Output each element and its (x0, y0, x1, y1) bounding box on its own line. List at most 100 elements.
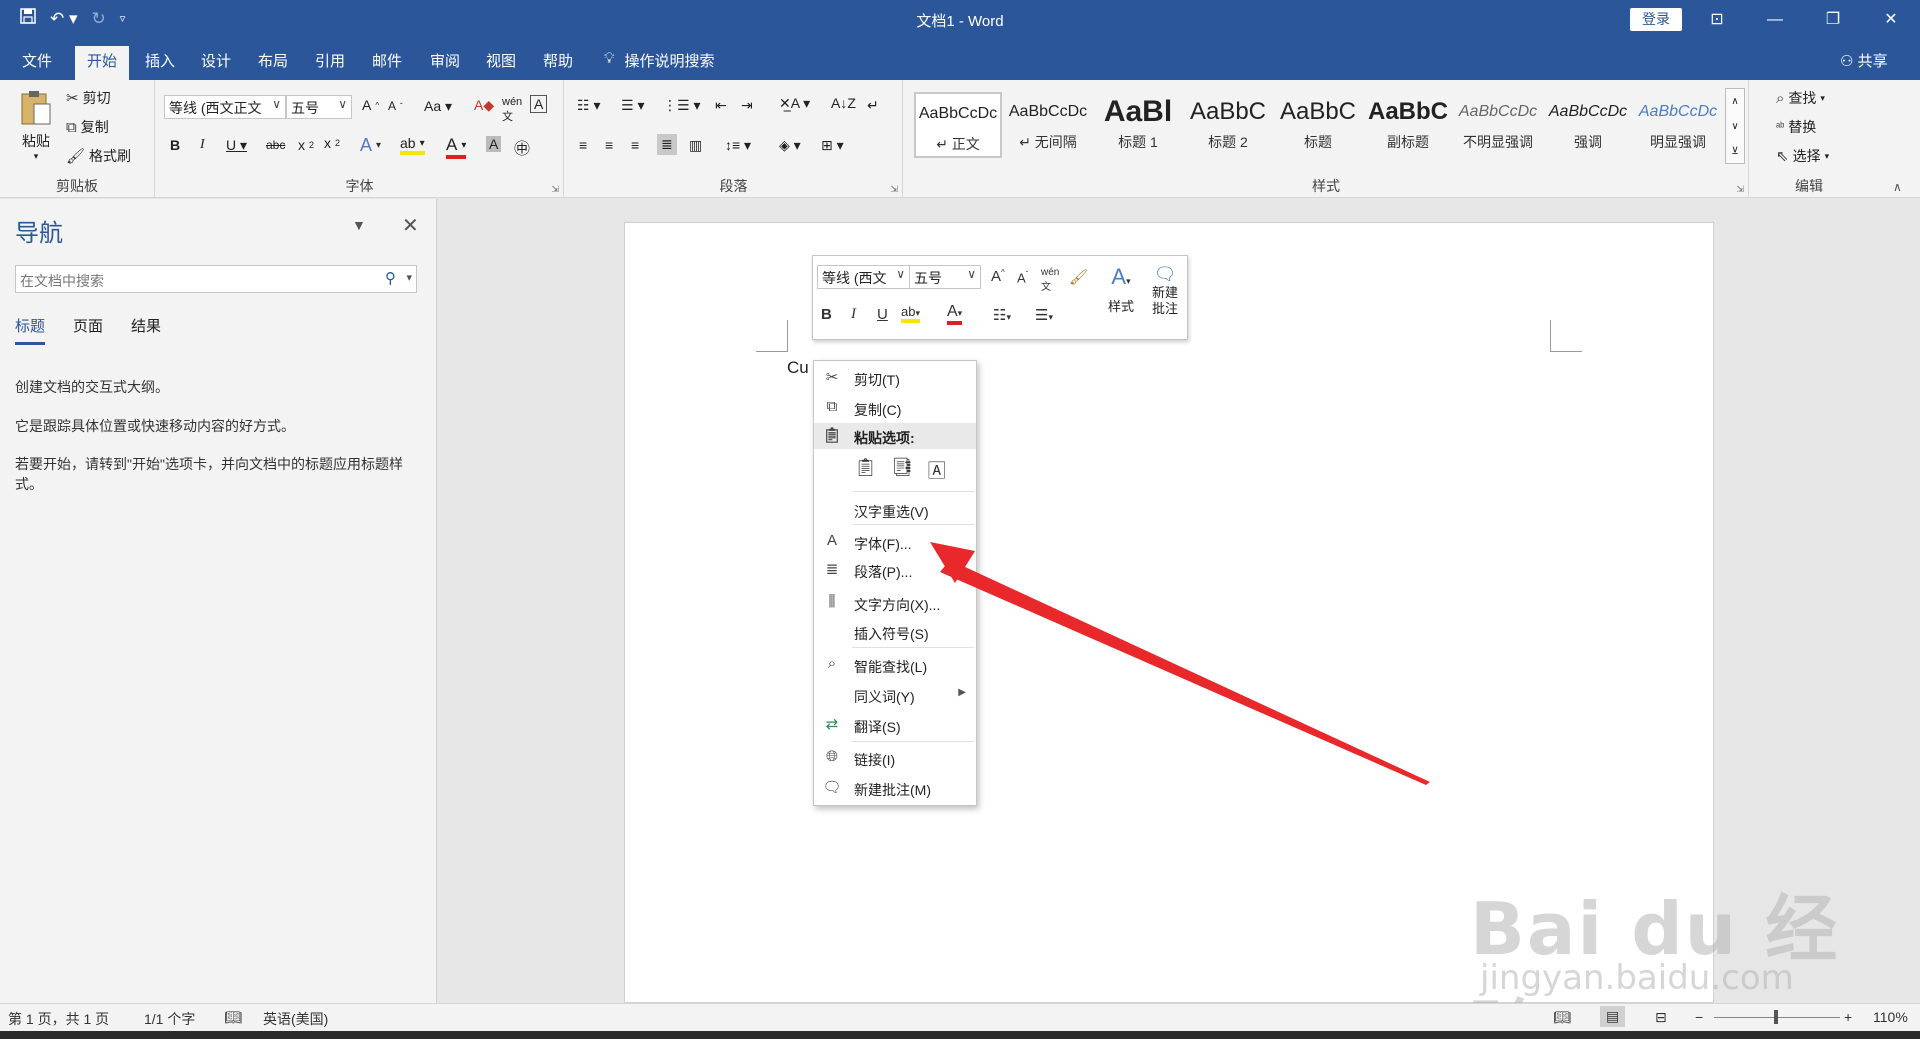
phonetic-guide-icon[interactable]: wén 文 (1041, 267, 1059, 293)
text-effects-icon[interactable]: A ▾ (360, 135, 381, 156)
font-color-icon[interactable]: A▾ (446, 135, 467, 159)
mini-font-combo[interactable]: 等线 (西文 ∨ (817, 265, 910, 289)
dialog-launcher-icon[interactable]: ⇲ (890, 184, 898, 195)
copy-button[interactable]: ⧉ 复制 (66, 117, 109, 137)
minimize-icon[interactable]: — (1746, 0, 1804, 40)
subscript-icon[interactable]: x2 (298, 137, 314, 153)
character-shading-icon[interactable]: A (486, 136, 502, 152)
proofing-icon[interactable]: 📖︎ (224, 1009, 242, 1026)
font-color-icon[interactable]: A▾ (947, 303, 963, 325)
search-icon[interactable]: ⚲ (385, 269, 396, 287)
tab-layout[interactable]: 布局 (258, 50, 288, 71)
close-window-icon[interactable]: ✕ (1862, 0, 1920, 40)
menu-item-new-comment[interactable]: 🗨︎ 新建批注(M) (814, 775, 976, 801)
highlight-icon[interactable]: ab▾ (901, 304, 920, 323)
italic-icon[interactable]: I (851, 306, 856, 323)
zoom-out-icon[interactable]: − (1695, 1009, 1703, 1025)
menu-item-smart-lookup[interactable]: ⌕ 智能查找(L) (814, 652, 976, 678)
format-painter-button[interactable]: 🖌︎ 格式刷 (66, 146, 131, 166)
menu-item-link[interactable]: 🌐︎ 链接(I) (814, 745, 976, 771)
paste-keep-formatting-icon[interactable]: 📋︎ (854, 457, 877, 483)
menu-item-translate[interactable]: ⇄ 翻译(S) (814, 712, 976, 738)
paste-merge-formatting-icon[interactable]: 📑︎ (891, 457, 914, 483)
menu-item-reconvert[interactable]: 汉字重选(V) (814, 497, 976, 523)
chinese-layout-icon[interactable]: ✕̲A ▾ (779, 95, 810, 112)
restore-icon[interactable]: ❐ (1804, 0, 1862, 40)
document-text[interactable]: Cu (787, 358, 809, 378)
nav-tab-headings[interactable]: 标题 (15, 315, 46, 345)
change-case-icon[interactable]: Aa ▾ (424, 98, 452, 115)
paste-text-only-icon[interactable]: 🄰 (928, 457, 946, 483)
menu-item-text-direction[interactable]: ⫼ 文字方向(X)... (814, 590, 976, 616)
read-mode-icon[interactable]: 📖︎ (1553, 1009, 1571, 1026)
grow-font-icon[interactable]: A^ (362, 97, 379, 113)
underline-icon[interactable]: U (877, 306, 888, 323)
find-button[interactable]: ⌕ 查找 ▾ (1776, 88, 1825, 108)
tab-design[interactable]: 设计 (201, 50, 231, 71)
status-language[interactable]: 英语(美国) (263, 1009, 328, 1029)
zoom-in-icon[interactable]: + (1844, 1009, 1852, 1025)
align-right-icon[interactable]: ≡ (631, 137, 639, 153)
decrease-indent-icon[interactable]: ⇤ (715, 97, 727, 114)
font-name-combo[interactable]: 等线 (西文正文 ∨ (164, 95, 286, 119)
shrink-font-icon[interactable]: Aˇ (1017, 270, 1028, 285)
menu-item-copy[interactable]: ⧉ 复制(C) (814, 395, 976, 421)
sort-icon[interactable]: A↓Z (831, 95, 856, 111)
status-page[interactable]: 第 1 页，共 1 页 (8, 1009, 109, 1029)
highlight-icon[interactable]: ab▾ (400, 135, 425, 155)
styles-gallery-scroll[interactable]: ∧ ∨ ⊻ (1725, 88, 1745, 164)
select-button[interactable]: ⇖ 选择 ▾ (1776, 146, 1829, 166)
mini-styles-button[interactable]: A▾ 样式 (1103, 264, 1139, 315)
tab-mailings[interactable]: 邮件 (372, 50, 402, 71)
mini-size-combo[interactable]: 五号 ∨ (909, 265, 981, 289)
dialog-launcher-icon[interactable]: ⇲ (551, 184, 559, 195)
style-subtle-emphasis[interactable]: AaBbCcDc 不明显强调 (1454, 92, 1542, 158)
cut-button[interactable]: ✂ 剪切 (66, 88, 111, 108)
close-icon[interactable]: ✕ (402, 213, 419, 238)
zoom-level[interactable]: 110% (1873, 1009, 1908, 1025)
print-layout-icon[interactable]: ▤ (1600, 1006, 1626, 1027)
paste-button[interactable]: 粘贴 ▾ (16, 88, 56, 162)
tell-me-search[interactable]: 💡︎ 操作说明搜索 (604, 50, 715, 71)
line-spacing-icon[interactable]: ↕≡ ▾ (725, 137, 751, 154)
collapse-ribbon-icon[interactable]: ∧ (1893, 180, 1902, 194)
increase-indent-icon[interactable]: ⇥ (741, 97, 753, 114)
menu-item-insert-symbol[interactable]: 插入符号(S) (814, 619, 976, 645)
nav-options-icon[interactable]: ▼ (352, 217, 366, 233)
menu-item-synonyms[interactable]: 同义词(Y) ▶ (814, 682, 976, 708)
menu-item-cut[interactable]: ✂ 剪切(T) (814, 365, 976, 391)
share-button[interactable]: ⚇ 共享 (1840, 50, 1888, 71)
enclose-character-icon[interactable]: A (530, 95, 548, 113)
bold-icon[interactable]: B (821, 306, 832, 323)
style-heading-2[interactable]: AaBbC 标题 2 (1184, 92, 1272, 158)
borders-icon[interactable]: ⊞ ▾ (821, 137, 844, 154)
tab-help[interactable]: 帮助 (543, 50, 573, 71)
italic-icon[interactable]: I (200, 137, 205, 153)
shading-icon[interactable]: ◈ ▾ (779, 137, 801, 154)
nav-search-input[interactable]: 在文档中搜索 ⚲ ▾ (15, 265, 417, 293)
tab-insert[interactable]: 插入 (145, 50, 175, 71)
style-emphasis[interactable]: AaBbCcDc 强调 (1544, 92, 1632, 158)
mini-new-comment-button[interactable]: 🗨︎ 新建 批注 (1145, 264, 1185, 317)
grow-font-icon[interactable]: A^ (991, 268, 1005, 285)
nav-tab-results[interactable]: 结果 (131, 315, 161, 345)
login-button[interactable]: 登录 (1630, 8, 1682, 31)
dialog-launcher-icon[interactable]: ⇲ (1736, 184, 1744, 195)
numbering-icon[interactable]: ☰ ▾ (621, 97, 644, 114)
web-layout-icon[interactable]: ⊟ (1655, 1009, 1667, 1026)
status-words[interactable]: 1/1 个字 (144, 1009, 195, 1029)
style-normal[interactable]: AaBbCcDc ↵ 正文 (914, 92, 1002, 158)
style-no-spacing[interactable]: AaBbCcDc ↵ 无间隔 (1004, 92, 1092, 158)
style-intense-emphasis[interactable]: AaBbCcDc 明显强调 (1634, 92, 1722, 158)
brush-icon[interactable]: 🖌︎ (1069, 268, 1088, 286)
replace-button[interactable]: ᵃᵇ 替换 (1776, 117, 1816, 137)
strikethrough-icon[interactable]: abc (266, 138, 285, 152)
tab-home[interactable]: 开始 (75, 46, 130, 80)
tab-references[interactable]: 引用 (315, 50, 345, 71)
phonetic-guide-icon[interactable]: wén 文 (502, 96, 522, 124)
style-heading-1[interactable]: AaBl 标题 1 (1094, 92, 1182, 158)
chevron-down-icon[interactable]: ▾ (406, 271, 412, 284)
shrink-font-icon[interactable]: Aˇ (388, 99, 403, 113)
tab-file[interactable]: 文件 (22, 50, 52, 71)
justify-icon[interactable]: ≣ (657, 134, 677, 155)
